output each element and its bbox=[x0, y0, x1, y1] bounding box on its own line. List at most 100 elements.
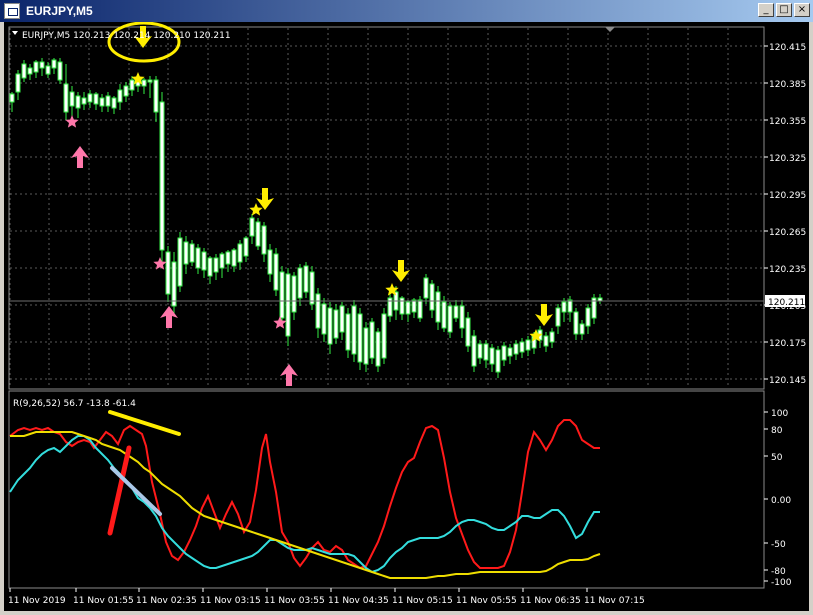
time-tick-label: 11 Nov 05:55 bbox=[456, 596, 517, 606]
candle-body bbox=[279, 271, 285, 319]
pink-up-arrow-icon bbox=[71, 146, 89, 168]
candle-body bbox=[111, 97, 117, 109]
candle-body bbox=[57, 61, 63, 81]
red-trend-line bbox=[107, 445, 132, 536]
candle-body bbox=[231, 249, 237, 267]
yellow-down-arrow-icon bbox=[256, 188, 274, 210]
candle-body bbox=[303, 265, 309, 293]
signal-markers bbox=[65, 26, 553, 386]
time-tick-label: 11 Nov 02:35 bbox=[136, 596, 197, 606]
time-tick-label: 11 Nov 03:55 bbox=[264, 596, 325, 606]
candle-body bbox=[327, 307, 333, 345]
candle-body bbox=[315, 293, 321, 329]
maximize-button[interactable]: □ bbox=[776, 3, 792, 17]
candle-body bbox=[567, 299, 573, 313]
indicator-tick-label: -100 bbox=[771, 578, 792, 588]
time-tick-label: 11 Nov 07:15 bbox=[584, 596, 645, 606]
yellow-divergence-line bbox=[108, 410, 181, 436]
candle-body bbox=[507, 347, 513, 357]
indicator-tick-label: -50 bbox=[771, 540, 786, 550]
yellow-down-arrow-icon bbox=[392, 260, 410, 282]
candle-body bbox=[285, 273, 291, 337]
indicator-tick-label: 80 bbox=[771, 426, 783, 436]
price-tick-label: 120.265 bbox=[769, 228, 806, 238]
candle-body bbox=[519, 341, 525, 353]
candle-body bbox=[39, 61, 45, 69]
candle-body bbox=[405, 301, 411, 315]
candle-body bbox=[63, 83, 69, 113]
indicator-scale: 100 80 50 0.00 -50 -80-100 bbox=[764, 409, 792, 588]
candle-body bbox=[261, 225, 267, 255]
candle-body bbox=[75, 95, 81, 109]
candle-body bbox=[459, 305, 465, 329]
candle-body bbox=[411, 299, 417, 313]
pink-star-icon bbox=[273, 316, 287, 329]
price-scale: 120.415 120.385 120.355 120.325 120.295 120.2… bbox=[764, 43, 806, 386]
candle-body bbox=[273, 253, 279, 291]
candle-body bbox=[369, 321, 375, 359]
price-tick-label: 120.355 bbox=[769, 117, 806, 127]
candle-body bbox=[339, 305, 345, 333]
candle-body bbox=[333, 309, 339, 339]
candle-body bbox=[177, 237, 183, 287]
indicator-tick-label: 50 bbox=[771, 453, 783, 463]
candle-body bbox=[453, 305, 459, 319]
candle-body bbox=[291, 275, 297, 313]
candle-body bbox=[237, 243, 243, 263]
minimize-button[interactable]: _ bbox=[758, 3, 774, 17]
candle-body bbox=[501, 345, 507, 361]
shift-marker-icon[interactable] bbox=[605, 27, 615, 32]
time-tick-label: 11 Nov 01:55 bbox=[73, 596, 134, 606]
candle-body bbox=[183, 241, 189, 265]
current-price-label: 120.211 bbox=[768, 298, 805, 308]
candle-body bbox=[561, 301, 567, 313]
candle-body bbox=[69, 91, 75, 107]
candle-body bbox=[429, 283, 435, 311]
candle-body bbox=[153, 79, 159, 113]
candle-body bbox=[297, 267, 303, 299]
indicator-tick-label: -80 bbox=[771, 567, 786, 577]
price-tick-label: 120.175 bbox=[769, 339, 806, 349]
header-dropdown-icon[interactable] bbox=[12, 31, 18, 35]
indicator-lines bbox=[9, 419, 601, 579]
chart-canvas[interactable]: EURJPY,M5 120.213 120.214 120.210 120.21… bbox=[4, 22, 809, 611]
candle-body bbox=[483, 343, 489, 361]
candle-body bbox=[81, 97, 87, 105]
candle-body bbox=[87, 93, 93, 103]
title-bar: EURJPY,M5 _ □ × bbox=[0, 0, 813, 22]
chart-frame[interactable]: EURJPY,M5 120.213 120.214 120.210 120.21… bbox=[4, 22, 809, 611]
time-tick-label: 11 Nov 2019 bbox=[8, 596, 66, 606]
candle-body bbox=[243, 237, 249, 257]
price-tick-label: 120.235 bbox=[769, 265, 806, 275]
candle-body bbox=[357, 313, 363, 363]
indicator-tick-label: 0.00 bbox=[771, 496, 791, 506]
yellow-star-icon bbox=[249, 203, 263, 216]
candle-body bbox=[225, 251, 231, 265]
candle-body bbox=[351, 305, 357, 355]
candle-body bbox=[255, 221, 261, 247]
candle-body bbox=[201, 251, 207, 271]
chart-header: EURJPY,M5 120.213 120.214 120.210 120.21… bbox=[22, 31, 231, 41]
candle-body bbox=[117, 89, 123, 103]
candle-body bbox=[579, 323, 585, 335]
time-tick-label: 11 Nov 04:35 bbox=[328, 596, 389, 606]
time-tick-label: 11 Nov 06:35 bbox=[520, 596, 581, 606]
close-button[interactable]: × bbox=[794, 3, 810, 17]
candle-body bbox=[141, 79, 147, 87]
candle-body bbox=[21, 63, 27, 79]
time-tick-label: 11 Nov 03:15 bbox=[200, 596, 261, 606]
price-tick-label: 120.325 bbox=[769, 154, 806, 164]
candle-body bbox=[381, 313, 387, 359]
candle-body bbox=[585, 307, 591, 327]
pink-up-arrow-icon bbox=[280, 364, 298, 386]
candle-body bbox=[495, 349, 501, 373]
candle-body bbox=[9, 93, 15, 103]
candle-body bbox=[375, 331, 381, 367]
pink-up-arrow-icon bbox=[160, 306, 178, 328]
candle-body bbox=[213, 257, 219, 273]
candle-body bbox=[105, 95, 111, 107]
indicator-tick-label: 100 bbox=[771, 409, 788, 419]
candle-body bbox=[51, 59, 57, 69]
chart-window-icon bbox=[4, 3, 20, 19]
candle-body bbox=[129, 79, 135, 91]
